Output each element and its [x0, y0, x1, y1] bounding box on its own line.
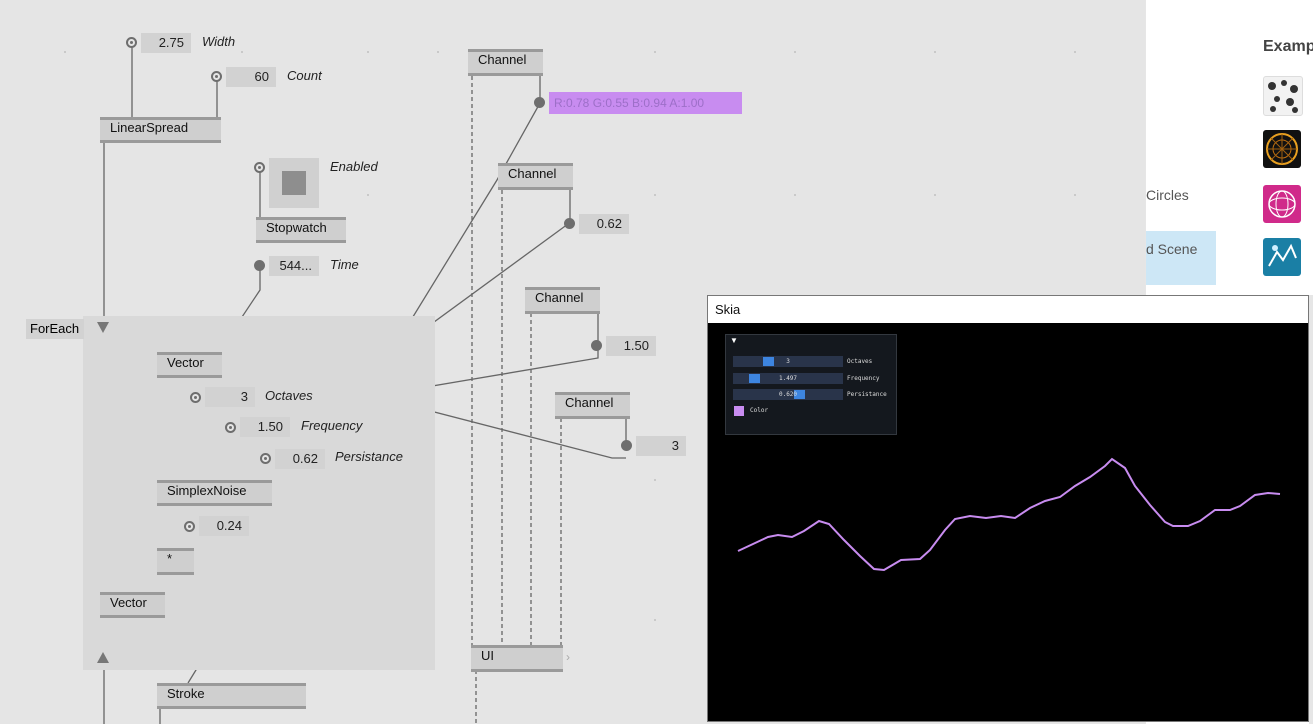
count-label: Count: [287, 68, 322, 83]
vector-node-top[interactable]: Vector: [157, 352, 222, 378]
time-pin[interactable]: [254, 260, 265, 271]
octaves-slider-value: 3: [786, 358, 790, 365]
example-scene-item[interactable]: d Scene: [1146, 231, 1216, 285]
linearspread-node[interactable]: LinearSpread: [100, 117, 221, 143]
persistance-slider-value: 0.620: [778, 391, 798, 398]
channel2-iobox[interactable]: 0.62: [579, 214, 629, 234]
channel4-pin[interactable]: [621, 440, 632, 451]
channel-node-3[interactable]: Channel: [525, 287, 600, 314]
time-label: Time: [330, 257, 359, 272]
channel-node-4[interactable]: Channel: [555, 392, 630, 419]
frequency-slider[interactable]: 1.497: [733, 373, 843, 384]
foreach-label[interactable]: ForEach: [26, 319, 84, 339]
vector-node-bottom[interactable]: Vector: [100, 592, 165, 618]
example-thumb-radial-icon[interactable]: [1263, 130, 1301, 168]
count-pin[interactable]: [211, 71, 222, 82]
example-thumb-cells-icon[interactable]: [1263, 76, 1303, 116]
count-iobox[interactable]: 60: [226, 67, 276, 87]
skia-window[interactable]: Skia ▼ 3 Octaves 1.497 Frequency 0.620 P…: [707, 295, 1309, 722]
octaves-slider[interactable]: 3: [733, 356, 843, 367]
octaves-slider-label: Octaves: [847, 358, 873, 365]
toggle-indicator: [282, 171, 306, 195]
frequency-iobox[interactable]: 1.50: [240, 417, 290, 437]
color-swatch[interactable]: [734, 406, 744, 416]
frequency-pin[interactable]: [225, 422, 236, 433]
width-iobox[interactable]: 2.75: [141, 33, 191, 53]
example-thumb-circles-icon[interactable]: [1263, 185, 1301, 223]
channel3-pin[interactable]: [591, 340, 602, 351]
frequency-slider-value: 1.497: [778, 375, 798, 382]
skia-title-bar[interactable]: Skia: [708, 296, 1308, 323]
simplexnoise-node[interactable]: SimplexNoise: [157, 480, 272, 506]
persistance-pin[interactable]: [260, 453, 271, 464]
enabled-toggle[interactable]: [269, 158, 319, 208]
ui-node[interactable]: UI: [471, 645, 563, 672]
region-input-marker: [97, 322, 109, 333]
color-pin[interactable]: [534, 97, 545, 108]
example-thumb-scene-icon[interactable]: [1263, 238, 1301, 276]
example-circles-label[interactable]: Circles: [1146, 187, 1189, 203]
octaves-pin[interactable]: [190, 392, 201, 403]
time-iobox[interactable]: 544...: [269, 256, 319, 276]
stopwatch-node[interactable]: Stopwatch: [256, 217, 346, 243]
channel2-pin[interactable]: [564, 218, 575, 229]
persistance-slider-label: Persistance: [847, 391, 887, 398]
channel4-iobox[interactable]: 3: [636, 436, 686, 456]
color-iobox[interactable]: R:0.78 G:0.55 B:0.94 A:1.00: [549, 92, 742, 114]
ui-expand-icon[interactable]: ›: [566, 650, 570, 664]
persistance-slider[interactable]: 0.620: [733, 389, 843, 400]
enabled-pin[interactable]: [254, 162, 265, 173]
frequency-slider-label: Frequency: [847, 375, 880, 382]
stroke-node[interactable]: Stroke: [157, 683, 306, 709]
frequency-label: Frequency: [301, 418, 363, 433]
octaves-label: Octaves: [265, 388, 313, 403]
channel-node-1[interactable]: Channel: [468, 49, 543, 76]
collapse-arrow-icon[interactable]: ▼: [730, 336, 738, 345]
multiplier-iobox[interactable]: 0.24: [199, 516, 249, 536]
window-edge: [1309, 295, 1313, 724]
imgui-panel[interactable]: ▼ 3 Octaves 1.497 Frequency 0.620 Persis…: [725, 334, 897, 435]
enabled-label: Enabled: [330, 159, 378, 174]
channel3-iobox[interactable]: 1.50: [606, 336, 656, 356]
channel-node-2[interactable]: Channel: [498, 163, 573, 190]
octaves-iobox[interactable]: 3: [205, 387, 255, 407]
region-output-marker: [97, 652, 109, 663]
multiply-node[interactable]: *: [157, 548, 194, 575]
width-pin[interactable]: [126, 37, 137, 48]
skia-title: Skia: [715, 302, 741, 317]
examples-title: Examp: [1263, 38, 1313, 55]
color-label: Color: [750, 407, 769, 414]
multiplier-pin[interactable]: [184, 521, 195, 532]
width-label: Width: [202, 34, 236, 49]
persistance-label: Persistance: [335, 449, 403, 464]
persistance-iobox[interactable]: 0.62: [275, 449, 325, 469]
example-scene-label: d Scene: [1146, 241, 1198, 257]
